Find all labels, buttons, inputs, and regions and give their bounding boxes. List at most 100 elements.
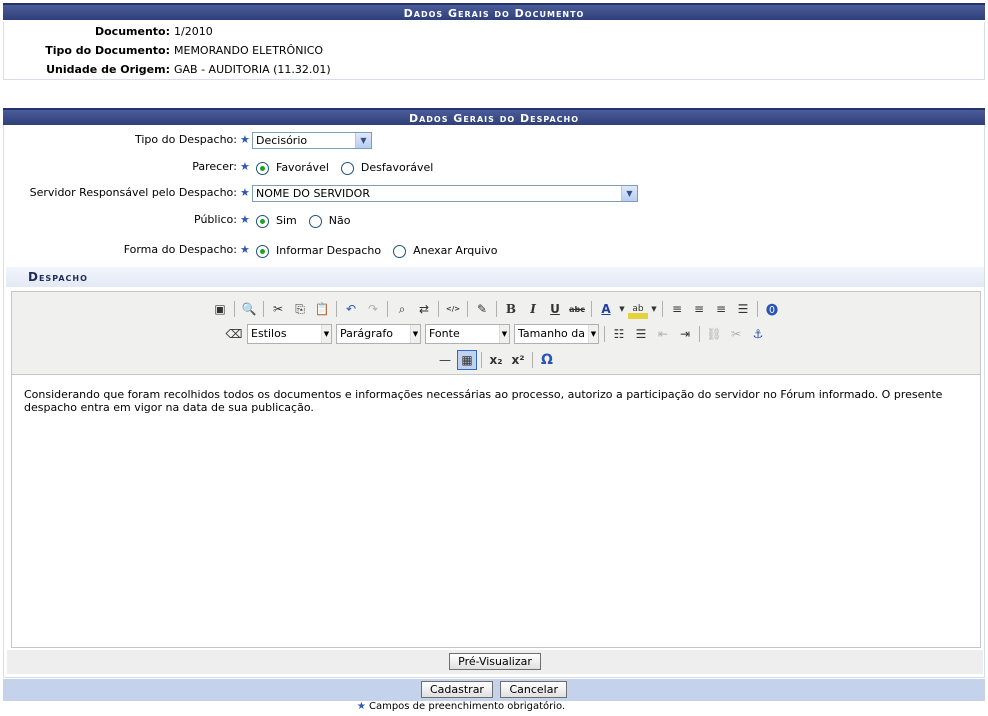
- preview-bar: Pré-Visualizar: [7, 650, 983, 674]
- eraser-icon[interactable]: ⌫: [224, 324, 244, 344]
- publico-nao-label: Não: [328, 214, 351, 227]
- highlight-color-icon[interactable]: ab: [628, 299, 648, 319]
- row-publico: Público: ★ Sim Não: [4, 209, 984, 231]
- parecer-label: Parecer:: [192, 160, 237, 173]
- info-label: Unidade de Origem:: [46, 63, 170, 76]
- info-value: GAB - AUDITORIA (11.32.01): [174, 63, 331, 76]
- subscript-icon[interactable]: x₂: [486, 350, 506, 370]
- servidor-select[interactable]: NOME DO SERVIDOR ▼: [252, 184, 638, 202]
- parecer-desfavoravel-label: Desfavorável: [360, 161, 434, 174]
- strikethrough-icon[interactable]: abc: [567, 299, 587, 319]
- required-star-icon: ★: [240, 186, 250, 199]
- chevron-down-icon: ▼: [621, 185, 637, 201]
- parecer-favoravel-radio[interactable]: [256, 161, 269, 175]
- despacho-form: Tipo do Despacho: ★ Decisório ▼ Parecer:…: [3, 125, 985, 678]
- align-justify-icon[interactable]: ☰: [733, 299, 753, 319]
- underline-icon[interactable]: U: [545, 299, 565, 319]
- chevron-down-icon: ▼: [588, 325, 598, 343]
- chevron-down-icon: ▼: [499, 325, 509, 343]
- table-icon[interactable]: ▦: [457, 350, 477, 370]
- copy-icon[interactable]: ⎘: [290, 299, 310, 319]
- format-select[interactable]: Parágrafo ▼: [336, 324, 421, 344]
- tipo-despacho-select[interactable]: Decisório ▼: [252, 131, 372, 149]
- editor-content[interactable]: Considerando que foram recolhidos todos …: [24, 388, 968, 414]
- row-forma: Forma do Despacho: ★ Informar Despacho A…: [4, 239, 984, 261]
- parecer-desfavoravel-radio[interactable]: [340, 161, 354, 175]
- cut-icon[interactable]: ✂: [268, 299, 288, 319]
- toolbar-row-1: ▣ 🔍 ✂ ⎘ 📋 ↶ ↷ ⌕ ⇄ </> ✎ B I U abc A ▼ ab…: [12, 298, 980, 320]
- forma-informar-radio[interactable]: [256, 244, 269, 258]
- info-value: MEMORANDO ELETRÔNICO: [174, 44, 324, 57]
- chevron-down-icon[interactable]: ▼: [650, 299, 658, 319]
- italic-icon[interactable]: I: [523, 299, 543, 319]
- anchor-icon[interactable]: ⚓: [748, 324, 768, 344]
- row-tipo-despacho: Tipo do Despacho: ★ Decisório ▼: [4, 129, 984, 151]
- publico-label: Público:: [194, 213, 237, 226]
- size-select[interactable]: Tamanho da Fo ▼: [514, 324, 599, 344]
- publico-nao-radio[interactable]: [308, 214, 322, 228]
- editor-toolbar: ▣ 🔍 ✂ ⎘ 📋 ↶ ↷ ⌕ ⇄ </> ✎ B I U abc A ▼ ab…: [12, 292, 980, 375]
- size-select-value: Tamanho da Fo: [518, 327, 599, 340]
- find-icon[interactable]: ⌕: [392, 299, 412, 319]
- info-label: Tipo do Documento:: [45, 44, 170, 57]
- format-select-value: Parágrafo: [340, 327, 393, 340]
- cleanup-icon[interactable]: ✎: [472, 299, 492, 319]
- required-footnote: ★ Campos de preenchimento obrigatório.: [0, 701, 922, 712]
- info-label: Documento:: [94, 25, 170, 38]
- styles-select[interactable]: Estilos ▼: [247, 324, 332, 344]
- required-star-icon: ★: [356, 701, 366, 712]
- preview-icon[interactable]: 🔍: [239, 299, 259, 319]
- tipo-despacho-value: Decisório: [256, 133, 308, 147]
- help-icon[interactable]: ⓿: [762, 299, 782, 319]
- align-right-icon[interactable]: ≡: [711, 299, 731, 319]
- bold-icon[interactable]: B: [501, 299, 521, 319]
- servidor-label: Servidor Responsável pelo Despacho:: [29, 186, 237, 199]
- font-color-icon[interactable]: A: [596, 299, 616, 319]
- forma-anexar-label: Anexar Arquivo: [413, 244, 498, 257]
- publico-sim-label: Sim: [276, 214, 297, 227]
- forma-anexar-radio[interactable]: [393, 244, 407, 258]
- forma-label: Forma do Despacho:: [123, 243, 237, 256]
- chevron-down-icon: ▼: [321, 325, 331, 343]
- align-center-icon[interactable]: ≡: [689, 299, 709, 319]
- special-char-icon[interactable]: Ω: [537, 350, 557, 370]
- link-icon[interactable]: ⛓: [704, 324, 724, 344]
- required-star-icon: ★: [240, 133, 250, 146]
- styles-select-value: Estilos: [251, 327, 287, 340]
- row-parecer: Parecer: ★ Favorável Desfavorável: [4, 156, 984, 178]
- fullscreen-icon[interactable]: ▣: [210, 299, 230, 319]
- superscript-icon[interactable]: x²: [508, 350, 528, 370]
- document-info-box: Documento: 1/2010 Tipo do Documento: MEM…: [3, 22, 985, 80]
- submit-bar: Cadastrar Cancelar: [3, 679, 985, 701]
- parecer-favoravel-label: Favorável: [276, 161, 329, 174]
- tipo-despacho-label: Tipo do Despacho:: [134, 133, 237, 146]
- numbered-list-icon[interactable]: ☰: [631, 324, 651, 344]
- html-source-icon[interactable]: </>: [443, 299, 463, 319]
- toolbar-row-3: — ▦ x₂ x² Ω: [12, 349, 980, 371]
- horizontal-rule-icon[interactable]: —: [435, 350, 455, 370]
- outdent-icon[interactable]: ⇤: [653, 324, 673, 344]
- toolbar-row-2: ⌫ Estilos ▼ Parágrafo ▼ Fonte ▼ Tamanho da …: [12, 323, 980, 345]
- replace-icon[interactable]: ⇄: [414, 299, 434, 319]
- preview-button[interactable]: Pré-Visualizar: [449, 653, 541, 670]
- paste-icon[interactable]: 📋: [312, 299, 332, 319]
- redo-icon[interactable]: ↷: [363, 299, 383, 319]
- align-left-icon[interactable]: ≡: [667, 299, 687, 319]
- unlink-icon[interactable]: ✂: [726, 324, 746, 344]
- undo-icon[interactable]: ↶: [341, 299, 361, 319]
- forma-informar-label: Informar Despacho: [276, 244, 382, 257]
- cancel-button[interactable]: Cancelar: [500, 681, 567, 698]
- chevron-down-icon: ▼: [410, 325, 420, 343]
- font-select[interactable]: Fonte ▼: [425, 324, 510, 344]
- submit-button[interactable]: Cadastrar: [420, 681, 493, 698]
- document-section-title: Dados Gerais do Documento: [3, 3, 985, 20]
- chevron-down-icon: ▼: [355, 132, 371, 148]
- indent-icon[interactable]: ⇥: [675, 324, 695, 344]
- font-select-value: Fonte: [429, 327, 460, 340]
- rich-text-editor: ▣ 🔍 ✂ ⎘ 📋 ↶ ↷ ⌕ ⇄ </> ✎ B I U abc A ▼ ab…: [11, 291, 981, 648]
- bullet-list-icon[interactable]: ☷: [609, 324, 629, 344]
- required-star-icon: ★: [240, 243, 250, 256]
- publico-sim-radio[interactable]: [256, 214, 269, 228]
- chevron-down-icon[interactable]: ▼: [618, 299, 626, 319]
- servidor-value: NOME DO SERVIDOR: [256, 186, 370, 200]
